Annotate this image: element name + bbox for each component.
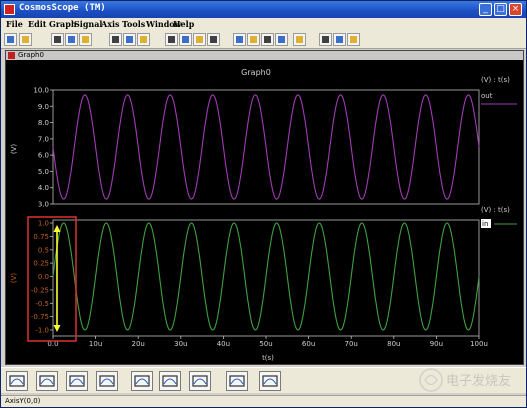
- graph-icon: [8, 52, 15, 59]
- grid-icon[interactable]: [247, 33, 260, 46]
- copy-icon[interactable]: [109, 33, 122, 46]
- x-tick-label: 50u: [259, 340, 272, 348]
- y-tick-label: 8.0: [38, 119, 49, 127]
- cut-icon[interactable]: [79, 33, 92, 46]
- menu-signal[interactable]: Signal: [74, 19, 102, 29]
- lines-icon[interactable]: [261, 33, 274, 46]
- y-tick-label: 0.75: [33, 233, 49, 241]
- window-title: CosmosScope (TM): [19, 3, 106, 13]
- matlab-icon[interactable]: [226, 371, 248, 391]
- x-tick-label: 40u: [217, 340, 230, 348]
- y-tick-label: -0.5: [35, 300, 49, 308]
- status-text: AxisY(0,0): [5, 397, 41, 405]
- x-tick-label: 10u: [89, 340, 102, 348]
- x-axis: 0.0 10u 20u 30u 40u 50u 60u 70u 80u 90u 100u: [47, 336, 488, 348]
- arrow-up-icon: [53, 225, 61, 232]
- upper-legend-name: out: [481, 92, 493, 100]
- x-tick-label: 80u: [387, 340, 400, 348]
- y-tick-label: 4.0: [38, 184, 49, 192]
- maximize-button[interactable]: □: [494, 3, 507, 16]
- radiation-icon[interactable]: [159, 371, 181, 391]
- lower-legend-name: in: [482, 220, 488, 228]
- arrow-down-icon: [53, 325, 61, 332]
- upper-y-axis: 10.0 9.0 8.0 7.0 6.0 5.0 4.0 3.0: [33, 87, 53, 209]
- y-tick-label: -0.25: [31, 286, 49, 294]
- graph-window: Graph0 Graph0 10.0 9.0 8.0 7.0 6.0 5.0 4.0 3.0 …: [5, 50, 524, 365]
- status-bar: AxisY(0,0): [1, 395, 526, 407]
- menu-axis[interactable]: Axis: [101, 19, 120, 29]
- x-tick-label: 90u: [430, 340, 443, 348]
- x-tick-label: 70u: [345, 340, 358, 348]
- save-icon[interactable]: [51, 33, 64, 46]
- y-tick-label: 1.0: [38, 220, 49, 228]
- upper-legend-axis: (V) : t(s): [481, 76, 510, 84]
- pen-icon[interactable]: [36, 371, 58, 391]
- y-tick-label: 0.5: [38, 246, 49, 254]
- graph-tab[interactable]: Graph0: [6, 51, 523, 60]
- x-tick-label: 30u: [174, 340, 187, 348]
- y-tick-label: 6.0: [38, 152, 49, 160]
- marker-icon[interactable]: [275, 33, 288, 46]
- svg-text:电子发烧友: 电子发烧友: [446, 373, 511, 389]
- zoom-fit-icon[interactable]: [179, 33, 192, 46]
- upper-y-label: (V): [10, 144, 18, 155]
- x-tick-label: 60u: [302, 340, 315, 348]
- lower-legend-axis: (V) : t(s): [481, 206, 510, 214]
- y-tick-label: 9.0: [38, 103, 49, 111]
- close-button[interactable]: ×: [509, 3, 522, 16]
- lower-trace-in[interactable]: [52, 222, 480, 331]
- block-diagram-icon[interactable]: [189, 371, 211, 391]
- stack-icon[interactable]: [207, 33, 220, 46]
- open-icon[interactable]: [19, 33, 32, 46]
- zoom-box-icon[interactable]: [193, 33, 206, 46]
- y-tick-label: 0.0: [38, 273, 49, 281]
- toolbar: [1, 31, 526, 49]
- color-icon[interactable]: [233, 33, 246, 46]
- calculator-icon[interactable]: [319, 33, 332, 46]
- zoom-out-icon[interactable]: [165, 33, 178, 46]
- x-tick-label: 20u: [132, 340, 145, 348]
- app-window: CosmosScope (TM) _ □ × File Edit Graph S…: [0, 0, 527, 408]
- title-bar: CosmosScope (TM) _ □ ×: [1, 1, 526, 18]
- y-tick-label: 5.0: [38, 168, 49, 176]
- menu-file[interactable]: File: [6, 19, 23, 29]
- menu-help[interactable]: Help: [173, 19, 194, 29]
- menu-edit[interactable]: Edit: [28, 19, 46, 29]
- y-tick-label: -0.75: [31, 313, 49, 321]
- print-icon[interactable]: [65, 33, 78, 46]
- scope-icon[interactable]: [66, 371, 88, 391]
- keyboard-icon[interactable]: [6, 371, 28, 391]
- pie-icon[interactable]: [259, 371, 281, 391]
- app-icon: [4, 4, 15, 15]
- lower-y-label: (V): [10, 273, 18, 284]
- lower-y-axis: 1.0 0.75 0.5 0.25 0.0 -0.25 -0.5 -0.75 -1.0: [31, 220, 53, 335]
- curve-icon[interactable]: [96, 371, 118, 391]
- plot-area[interactable]: Graph0 10.0 9.0 8.0 7.0 6.0 5.0 4.0 3.0 (V) (V)…: [6, 60, 523, 364]
- y-tick-label: 7.0: [38, 135, 49, 143]
- menu-bar: File Edit Graph Signal Axis Tools Window…: [1, 18, 526, 31]
- upper-trace-out[interactable]: [52, 94, 480, 200]
- paste-icon[interactable]: [123, 33, 136, 46]
- x-axis-label: t(s): [262, 354, 274, 362]
- calculator-icon[interactable]: [131, 371, 153, 391]
- minimize-button[interactable]: _: [479, 3, 492, 16]
- waveform-icon[interactable]: [293, 33, 306, 46]
- menu-tools[interactable]: Tools: [122, 19, 145, 29]
- graph-tab-label: Graph0: [18, 51, 44, 59]
- new-icon[interactable]: [4, 33, 17, 46]
- watermark-logo: 电子发烧友: [419, 368, 511, 392]
- y-tick-label: 10.0: [33, 87, 49, 95]
- axis-icon[interactable]: [347, 33, 360, 46]
- menu-graph[interactable]: Graph: [49, 19, 77, 29]
- graph-title: Graph0: [241, 68, 271, 77]
- y-tick-label: -1.0: [35, 327, 49, 335]
- zoom-in-icon[interactable]: [137, 33, 150, 46]
- y-tick-label: 0.25: [33, 260, 49, 268]
- measure-icon[interactable]: [333, 33, 346, 46]
- x-tick-label: 100u: [470, 340, 488, 348]
- y-tick-label: 3.0: [38, 201, 49, 209]
